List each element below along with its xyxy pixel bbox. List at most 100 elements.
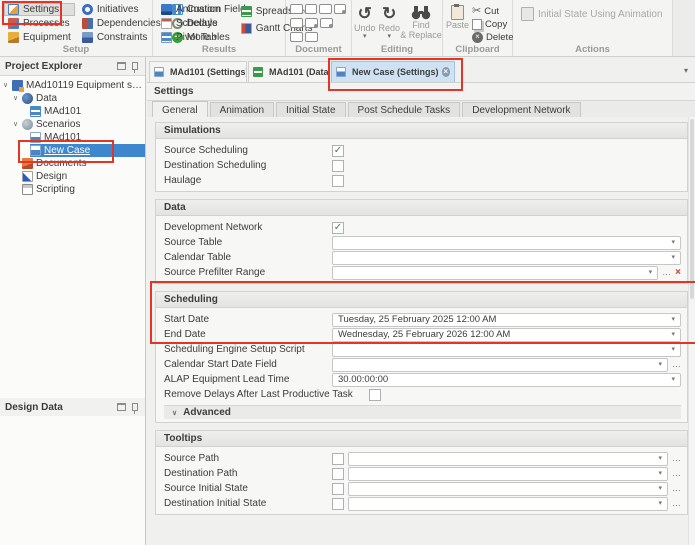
numbering-gear-icon[interactable] [320,18,333,28]
chevron-down-icon[interactable]: ▾ [654,470,662,477]
schedule-button[interactable]: Schedule [157,17,234,30]
chevron-down-icon[interactable]: ∨ [13,121,22,128]
settings-button[interactable]: Settings [4,3,75,16]
browse-button[interactable]: … [672,499,681,508]
tab-development-network[interactable]: Development Network [462,102,580,117]
tab-post-schedule-tasks[interactable]: Post Schedule Tasks [348,102,461,117]
tab-list-dropdown-icon[interactable]: ▾ [684,66,688,75]
tree-item-mad101-scenario[interactable]: MAd101 [0,131,145,144]
constraints-button[interactable]: Constraints [78,31,165,44]
column-spacing-icon[interactable] [305,32,318,42]
delete-button[interactable]: × Delete [472,31,513,43]
chevron-down-icon[interactable]: ▾ [654,361,662,368]
flag-icon[interactable] [290,18,303,28]
paste-button[interactable]: Paste [446,3,469,44]
destination-initial-state-checkbox[interactable] [332,498,344,510]
tree-item-scenarios[interactable]: ∨ Scenarios [0,118,145,131]
chevron-down-icon[interactable]: ▾ [654,455,662,462]
tree-item-data[interactable]: ∨ Data [0,92,145,105]
initial-state-using-animation-button[interactable]: Initial State Using Animation [517,6,667,22]
tab-animation[interactable]: Animation [210,102,274,117]
source-initial-state-select[interactable]: ▾ [348,482,668,496]
tree-item-documents[interactable]: Documents [0,157,145,170]
calendar-table-select[interactable]: ▾ [332,251,681,265]
close-icon[interactable]: × [442,67,450,77]
browse-button[interactable]: … [672,360,681,369]
schedule-icon [161,18,172,29]
development-network-checkbox[interactable]: ✓ [332,222,344,234]
chevron-down-icon[interactable]: ▾ [654,485,662,492]
chevron-down-icon[interactable]: ▾ [667,254,675,261]
chevron-down-icon[interactable]: ∨ [13,95,22,102]
source-path-checkbox[interactable] [332,453,344,465]
restore-panel-icon[interactable] [117,62,126,70]
dependencies-button[interactable]: Dependencies [78,17,165,30]
chevron-down-icon[interactable]: ▾ [667,316,675,323]
find-replace-button[interactable]: Find & Replace [403,3,439,44]
restore-panel-icon[interactable] [117,403,126,411]
vertical-scrollbar[interactable] [688,117,695,545]
callout-icon[interactable] [305,4,318,14]
field-label: Scheduling Engine Setup Script [164,344,332,355]
clear-icon[interactable]: × [675,268,681,278]
destination-initial-state-select[interactable]: ▾ [348,497,668,511]
chevron-down-icon[interactable]: ▾ [667,346,675,353]
section-data: Data Development Network ✓ Source Table … [155,199,688,284]
tree-item-scripting[interactable]: Scripting [0,183,145,196]
tree-item-mad101-table[interactable]: MAd101 [0,105,145,118]
calendar-start-date-field-select[interactable]: ▾ [332,358,668,372]
destination-path-select[interactable]: ▾ [348,467,668,481]
callout-bottom-icon[interactable] [319,4,332,14]
scenarios-folder-icon [22,119,33,130]
tree-item-design[interactable]: Design [0,170,145,183]
browse-button[interactable]: … [672,484,681,493]
chevron-down-icon[interactable]: ▾ [667,376,675,383]
initiatives-button[interactable]: Initiatives [78,3,165,16]
tab-initial-state[interactable]: Initial State [276,102,345,117]
browse-button[interactable]: … [672,454,681,463]
destination-scheduling-checkbox[interactable] [332,160,344,172]
chevron-down-icon[interactable]: ∨ [3,82,12,89]
callout-gear-icon[interactable] [334,4,347,14]
processes-button[interactable]: Processes [4,17,75,30]
source-prefilter-range-select[interactable]: ▾ [332,266,658,280]
scrollbar-thumb[interactable] [690,119,694,299]
source-table-select[interactable]: ▾ [332,236,681,250]
end-date-picker[interactable]: Wednesday, 25 February 2026 12:00 AM ▾ [332,328,681,342]
equipment-button[interactable]: Equipment [4,31,75,44]
chevron-down-icon[interactable]: ▾ [667,331,675,338]
cut-button[interactable]: ✂ Cut [472,5,513,17]
scheduling-engine-setup-script-select[interactable]: ▾ [332,343,681,357]
tree-item-project-root[interactable]: ∨ MAd10119 Equipment source path.advan..… [0,79,145,92]
pin-icon[interactable] [132,62,138,70]
note-gear-icon[interactable] [305,18,318,28]
tree-item-new-case[interactable]: New Case [0,144,145,157]
source-path-select[interactable]: ▾ [348,452,668,466]
alap-equipment-lead-time-input[interactable]: 30.00:00:00 ▾ [332,373,681,387]
form-row-source-scheduling: Source Scheduling ✓ [164,143,681,158]
row-spacing-icon[interactable] [290,32,303,42]
destination-path-checkbox[interactable] [332,468,344,480]
copy-button[interactable]: Copy [472,18,513,30]
start-date-picker[interactable]: Tuesday, 25 February 2025 12:00 AM ▾ [332,313,681,327]
chevron-down-icon[interactable]: ▾ [667,239,675,246]
remove-delays-checkbox[interactable] [369,389,381,401]
browse-button[interactable]: … [672,469,681,478]
source-initial-state-checkbox[interactable] [332,483,344,495]
chevron-down-icon[interactable]: ▾ [654,500,662,507]
chevron-down-icon[interactable]: ▾ [645,269,653,276]
tab-general[interactable]: General [152,101,208,118]
pivot-tables-button[interactable]: Pivot Tables [157,31,234,44]
pin-icon[interactable] [132,403,138,411]
undo-button[interactable]: ↺ Undo ▾ [354,3,376,44]
tab-mad101-settings[interactable]: MAd101 (Settings) [149,61,247,82]
advanced-expander[interactable]: ∨ Advanced [164,405,681,419]
tab-new-case-settings[interactable]: New Case (Settings) × [331,61,455,82]
haulage-checkbox[interactable] [332,175,344,187]
animation-button[interactable]: Animation [157,3,234,16]
textbox-icon[interactable] [290,4,303,14]
redo-button[interactable]: ↻ Redo ▾ [379,3,401,44]
browse-button[interactable]: … [662,268,671,277]
source-scheduling-checkbox[interactable]: ✓ [332,145,344,157]
tab-mad101-data[interactable]: MAd101 (Data) [248,61,330,82]
